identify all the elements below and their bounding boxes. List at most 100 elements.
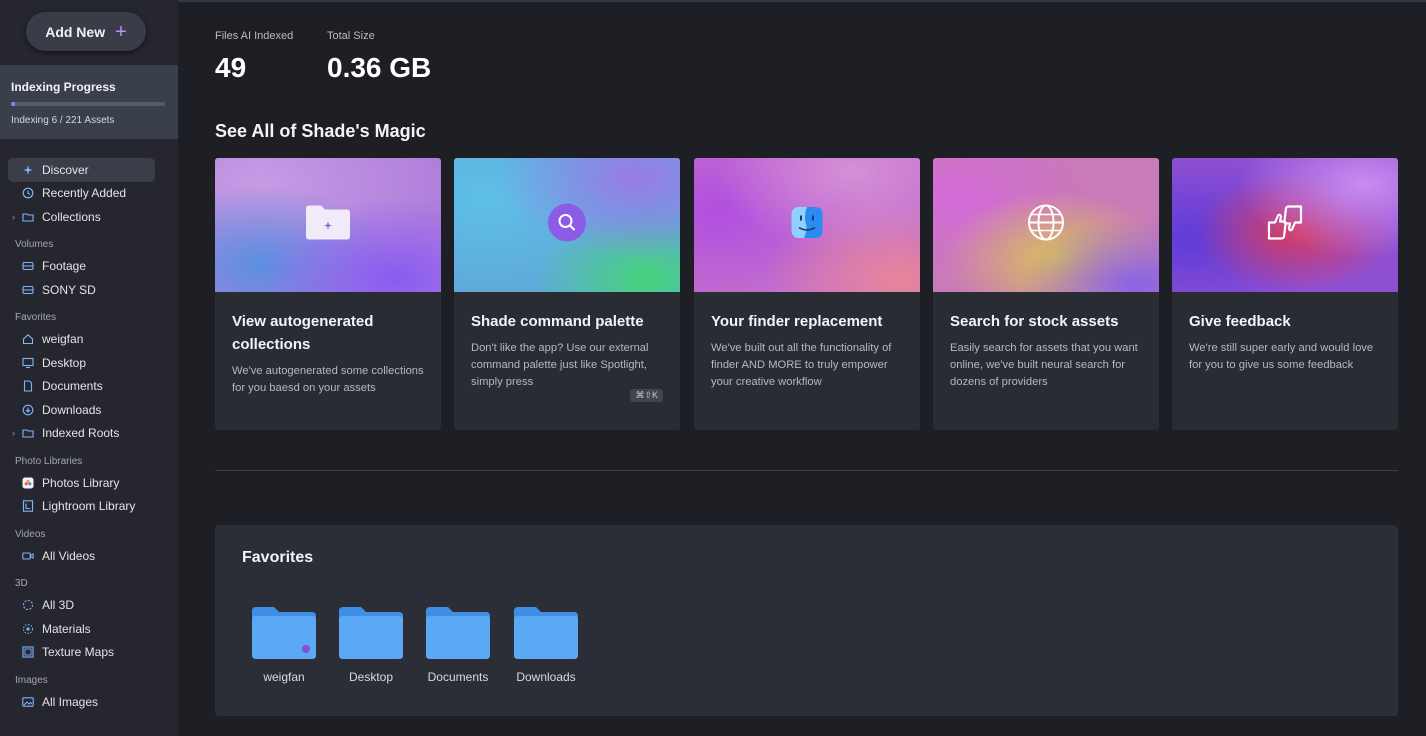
sidebar-item-label: Indexed Roots (42, 426, 120, 441)
card-description: We've autogenerated some collections for… (232, 365, 424, 394)
clock-icon (22, 187, 34, 199)
card-title: Search for stock assets (950, 313, 1119, 330)
sidebar-item-label: All 3D (42, 598, 75, 613)
sidebar-nav: Discover Recently Added › Collections Vo… (0, 158, 178, 714)
sidebar-item-label: Documents (42, 379, 103, 394)
sidebar-item-documents[interactable]: Documents (0, 375, 178, 399)
files-indexed-value: 49 (215, 52, 247, 83)
section-images: Images (15, 674, 48, 686)
sidebar-item-label: Lightroom Library (42, 499, 136, 514)
top-divider (178, 0, 1426, 2)
drive-icon (22, 260, 34, 272)
card-autogenerated-collections[interactable]: View autogenerated collections We've aut… (215, 158, 441, 430)
feedback-icon (1265, 203, 1305, 248)
sidebar-item-label: SONY SD (42, 282, 96, 297)
photos-icon (22, 477, 34, 489)
sidebar-item-materials[interactable]: Materials (0, 617, 178, 641)
sidebar-item-all-images[interactable]: All Images (0, 690, 178, 714)
sidebar-item-photos-library[interactable]: Photos Library (0, 471, 178, 495)
sidebar-item-label: Texture Maps (42, 645, 115, 660)
globe-icon (1027, 204, 1065, 247)
add-new-button[interactable]: Add New + (26, 12, 146, 51)
sidebar-item-label: Discover (42, 162, 89, 177)
folder-icon (426, 607, 490, 659)
favorite-folder-label: Desktop (348, 670, 394, 684)
magic-heading: See All of Shade's Magic (215, 121, 426, 141)
home-icon (22, 333, 34, 345)
sidebar-item-label: Downloads (42, 402, 102, 417)
desktop-icon (22, 357, 34, 369)
folder-icon (339, 607, 403, 659)
card-title: Your finder replacement (711, 313, 883, 330)
favorites-title: Favorites (242, 549, 314, 566)
image-icon (22, 696, 34, 708)
sidebar-item-discover[interactable]: Discover (8, 158, 155, 182)
folder-icon (252, 607, 316, 659)
card-give-feedback[interactable]: Give feedback We're still super early an… (1172, 158, 1398, 430)
card-command-palette[interactable]: Shade command palette Don't like the app… (454, 158, 680, 430)
progress-title: Indexing Progress (11, 80, 116, 94)
card-description: We're still super early and would love f… (1189, 342, 1374, 371)
card-description: We've built out all the functionality of… (711, 342, 892, 388)
material-icon (22, 623, 34, 635)
favorite-folder-weigfan[interactable]: weigfan (244, 605, 324, 684)
total-size-label: Total Size (327, 30, 375, 42)
sidebar-item-label: Desktop (42, 355, 87, 370)
card-title: Give feedback (1189, 313, 1291, 330)
folder-icon (514, 607, 578, 659)
download-icon (22, 404, 34, 416)
section-photo-libraries: Photo Libraries (15, 455, 83, 467)
sidebar-item-label: Collections (42, 209, 101, 224)
card-title: View autogenerated collections (232, 313, 374, 353)
favorite-folder-desktop[interactable]: Desktop (331, 605, 411, 684)
sidebar-item-label: Photos Library (42, 475, 120, 490)
sparkle-folder-icon (305, 205, 351, 246)
sidebar-item-all-videos[interactable]: All Videos (0, 544, 178, 568)
plus-icon: + (115, 20, 127, 43)
finder-icon (791, 207, 823, 244)
section-divider (215, 470, 1398, 471)
sidebar-item-all-3d[interactable]: All 3D (0, 594, 178, 618)
files-indexed-label: Files AI Indexed (215, 30, 294, 42)
sidebar-item-downloads[interactable]: Downloads (0, 398, 178, 422)
sidebar-item-label: weigfan (42, 332, 84, 347)
sidebar-item-label: Materials (42, 621, 91, 636)
lightroom-icon (22, 500, 34, 512)
main-content: Files AI Indexed 49 Total Size 0.36 GB S… (178, 0, 1426, 736)
favorites-panel: Favorites weigfan Desktop Documents Down… (215, 525, 1398, 716)
sidebar-item-desktop[interactable]: Desktop (0, 351, 178, 375)
card-finder-replacement[interactable]: Your finder replacement We've built out … (694, 158, 920, 430)
favorite-folder-label: Downloads (516, 670, 576, 684)
progress-bar-fill (11, 102, 16, 106)
section-3d: 3D (15, 578, 28, 589)
sidebar-item-label: All Videos (42, 548, 96, 563)
add-new-label: Add New (45, 23, 106, 40)
search-icon (547, 203, 587, 248)
sidebar-item-sony-sd[interactable]: SONY SD (0, 278, 178, 302)
drive-icon (22, 284, 34, 296)
sidebar-item-recently-added[interactable]: Recently Added (0, 182, 178, 206)
card-stock-assets[interactable]: Search for stock assets Easily search fo… (933, 158, 1159, 430)
sidebar-item-lightroom-library[interactable]: Lightroom Library (0, 495, 178, 519)
favorite-folder-documents[interactable]: Documents (418, 605, 498, 684)
total-size-value: 0.36 GB (327, 52, 432, 83)
shortcut-badge: ⌘⇧K (630, 389, 663, 402)
section-videos: Videos (15, 528, 46, 540)
sidebar-item-label: Recently Added (42, 186, 127, 201)
video-icon (22, 550, 34, 562)
chevron-right-icon[interactable]: › (12, 212, 15, 222)
card-title: Shade command palette (471, 313, 644, 330)
sidebar-item-label: Footage (42, 259, 87, 274)
favorite-folder-label: Documents (427, 670, 489, 684)
favorite-folder-downloads[interactable]: Downloads (506, 605, 586, 684)
sidebar-item-footage[interactable]: Footage (0, 255, 178, 279)
chevron-right-icon[interactable]: › (12, 428, 15, 438)
sidebar-item-weigfan[interactable]: weigfan (0, 328, 178, 352)
sidebar-item-indexed-roots[interactable]: › Indexed Roots (0, 422, 178, 446)
document-icon (22, 380, 34, 392)
sidebar-item-texture-maps[interactable]: Texture Maps (0, 641, 178, 665)
sidebar-item-collections[interactable]: › Collections (0, 205, 178, 229)
sparkle-icon (22, 164, 34, 176)
indexing-progress-panel: Indexing Progress Indexing 6 / 221 Asset… (0, 65, 178, 139)
section-volumes: Volumes (15, 239, 54, 250)
